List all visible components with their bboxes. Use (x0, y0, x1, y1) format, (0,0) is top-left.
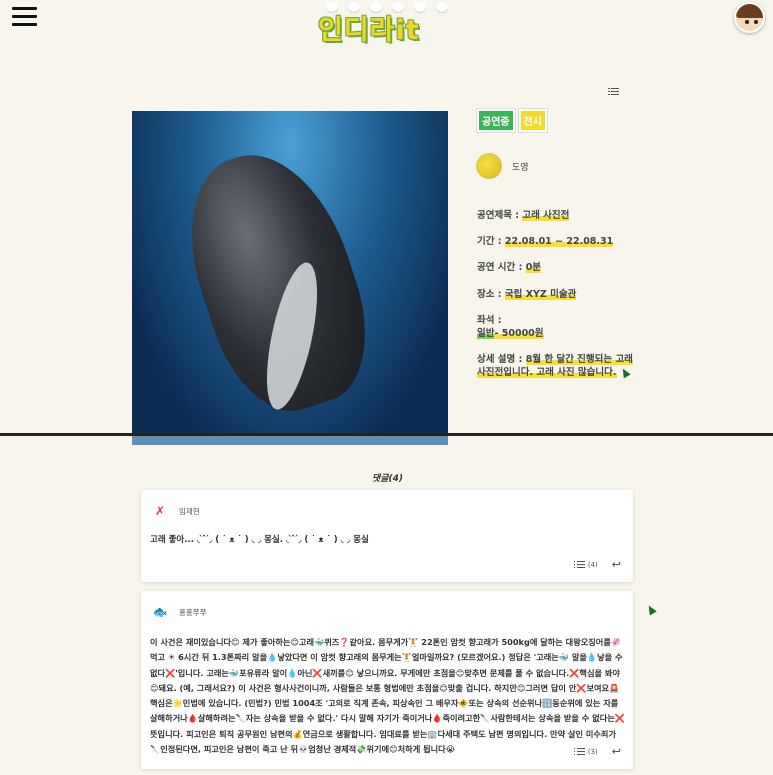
info-seat-label: 좌석 : (477, 315, 502, 326)
profile-avatar-icon[interactable] (734, 2, 765, 33)
replies-count: (4) (587, 560, 598, 569)
comment-author: 임재현 (179, 506, 200, 516)
reply-icon[interactable]: ↩ (612, 745, 621, 758)
info-place-label: 장소 : (477, 289, 505, 300)
hamburger-menu-icon[interactable] (12, 7, 37, 26)
comment-card: ✗ 임재현 고래 좋아... ◟ ̀ ̂ ́◞ ( ˙ ᴥ ˙ ) ◟ ◞ 몽실… (141, 490, 633, 582)
comment-author-avatar: 🐟 (152, 605, 168, 619)
replies-count-button[interactable]: (3) (573, 747, 598, 756)
list-icon[interactable] (608, 81, 619, 100)
info-description: 상세 설명 : 8월 한 달간 진행되는 고래 사진전입니다. 고래 사진 많습… (477, 353, 637, 379)
comment-text: 이 사건은 재미있습니다😊 제가 좋아하는😊고래🐳퀴즈❓같아요. 몸무게가🏋 2… (150, 637, 625, 755)
comment-author-avatar: ✗ (154, 504, 166, 518)
info-period: 기간 : 22.08.01 ~ 22.08.31 (477, 235, 614, 248)
seat-type: 일반 (477, 328, 495, 339)
list-icon (573, 747, 585, 756)
seat-price: - 50000원 (494, 328, 544, 339)
poster-image (132, 111, 448, 445)
comment-actions: (3) ↩ (573, 745, 621, 758)
cursor-icon (645, 603, 657, 616)
comment-header: 🐟 홍홍쭈쭈 (151, 603, 207, 621)
info-period-value: 22.08.01 ~ 22.08.31 (504, 236, 614, 247)
comment-author: 홍홍쭈쭈 (179, 607, 207, 617)
info-runtime-value: 0분 (525, 262, 542, 273)
category-badge-exhibition: 전시 (518, 109, 548, 132)
list-icon (573, 560, 585, 569)
info-runtime: 공연 시간 : 0분 (477, 261, 542, 274)
info-seat: 좌석 : 일반- 50000원 (477, 314, 544, 340)
site-logo[interactable]: 인디라it (318, 2, 458, 50)
info-title: 공연제목 : 고래 사진전 (477, 209, 570, 222)
info-title-label: 공연제목 : (477, 210, 523, 221)
post-author[interactable]: 도영 (476, 153, 529, 179)
info-period-label: 기간 : (477, 236, 505, 247)
comment-text: 고래 좋아... ◟ ̀ ̂ ́◞ ( ˙ ᴥ ˙ ) ◟ ◞ 몽실. ◟ ̀ … (150, 535, 369, 545)
logo-cloud-decoration (318, 2, 458, 16)
replies-count: (3) (587, 747, 598, 756)
section-divider (0, 433, 773, 436)
replies-count-button[interactable]: (4) (573, 560, 598, 569)
comment-actions: (4) ↩ (573, 558, 621, 571)
info-runtime-label: 공연 시간 : (477, 262, 526, 273)
author-avatar (476, 153, 502, 179)
comment-card: 🐟 홍홍쭈쭈 이 사건은 재미있습니다😊 제가 좋아하는😊고래🐳퀴즈❓같아요. … (141, 591, 633, 769)
info-place-value: 국립 XYZ 미술관 (504, 289, 577, 300)
logo-text: 인디라it (318, 15, 420, 46)
reply-icon[interactable]: ↩ (612, 558, 621, 571)
comment-header: ✗ 임재현 (151, 502, 200, 520)
status-badge-ongoing: 공연중 (477, 109, 515, 132)
comments-title: 댓글(4) (372, 474, 404, 484)
status-badges: 공연중 전시 (477, 109, 548, 132)
info-title-value: 고래 사진전 (522, 210, 570, 221)
author-name: 도영 (512, 162, 529, 173)
info-desc-label: 상세 설명 : (477, 354, 526, 365)
info-place: 장소 : 국립 XYZ 미술관 (477, 288, 577, 301)
